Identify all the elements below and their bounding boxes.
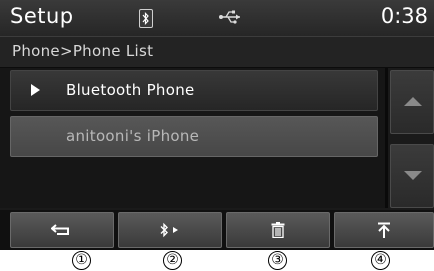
move-to-top-button[interactable] [334, 212, 434, 248]
trash-icon [271, 222, 285, 238]
clock: 0:38 [380, 4, 428, 28]
top-arrow-icon [378, 222, 390, 238]
bottom-toolbar [0, 210, 434, 250]
list-item-label: Bluetooth Phone [66, 81, 195, 99]
list-item-bluetooth-phone[interactable]: Bluetooth Phone [10, 70, 378, 111]
play-icon [31, 84, 40, 96]
arrow-up-icon [404, 97, 422, 106]
callout-4: ④ [371, 251, 390, 270]
bluetooth-connect-icon [160, 222, 178, 238]
screen-title: Setup [10, 4, 74, 28]
status-bar: Setup 0:38 [0, 0, 434, 36]
list-divider [385, 68, 388, 208]
callout-2: ② [163, 251, 182, 270]
scroll-up-button[interactable] [390, 70, 434, 134]
setup-screen: Setup 0:38 Phone>Phone List Bluetooth Ph… [0, 0, 434, 250]
arrow-down-icon [404, 171, 422, 180]
scroll-down-button[interactable] [390, 144, 434, 208]
callout-3: ③ [268, 251, 287, 270]
bluetooth-status-icon [139, 9, 153, 28]
bluetooth-connect-button[interactable] [118, 212, 222, 248]
back-button[interactable] [10, 212, 114, 248]
breadcrumb: Phone>Phone List [0, 36, 434, 68]
delete-button[interactable] [226, 212, 330, 248]
back-arrow-icon [51, 224, 69, 235]
usb-icon [219, 10, 240, 24]
breadcrumb-text: Phone>Phone List [12, 42, 154, 60]
list-item-iphone[interactable]: anitooni's iPhone [10, 116, 378, 157]
phone-list: Bluetooth Phone anitooni's iPhone [0, 68, 388, 208]
list-item-label: anitooni's iPhone [66, 127, 200, 145]
callout-1: ① [72, 251, 91, 270]
